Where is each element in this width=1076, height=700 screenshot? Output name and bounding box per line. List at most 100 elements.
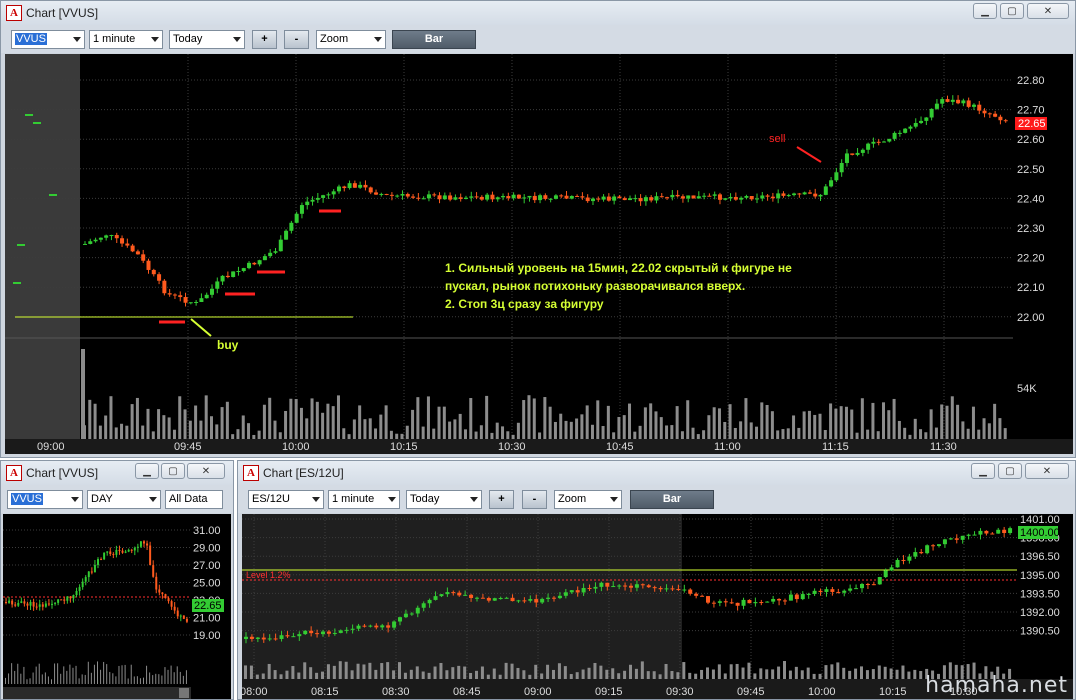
- interval-select[interactable]: DAY: [87, 490, 161, 509]
- scrollbar[interactable]: [3, 687, 191, 699]
- volume-bar: [81, 349, 85, 439]
- candle-body: [728, 196, 733, 199]
- range-select[interactable]: All Data: [165, 490, 223, 509]
- maximize-icon[interactable]: ▢: [161, 463, 185, 479]
- volume-bar: [498, 674, 502, 679]
- volume-bar: [139, 678, 141, 684]
- candle-body: [800, 594, 805, 600]
- symbol-select[interactable]: ES/12U: [248, 490, 324, 509]
- interval-select[interactable]: 1 minute: [89, 30, 163, 49]
- candle-body: [786, 195, 791, 197]
- candle-body: [97, 559, 99, 565]
- es-price-chart[interactable]: Level 1.2% 1401.001398.001396.501395.001…: [240, 514, 1073, 699]
- zoom-out-button[interactable]: -: [522, 490, 547, 509]
- volume-bar: [877, 665, 881, 679]
- volume-bar: [273, 670, 277, 679]
- candle-body: [161, 592, 164, 595]
- volume-bar: [103, 661, 105, 684]
- daily-price-chart[interactable]: 31.0029.0027.0025.0023.0021.0019.00 22.6…: [3, 514, 231, 699]
- close-icon[interactable]: ✕: [1025, 463, 1069, 479]
- es-title-bar[interactable]: A Chart [ES/12U] ▁ ▢ ✕: [238, 461, 1075, 485]
- es-plot-area[interactable]: Level 1.2% 1401.001398.001396.501395.001…: [240, 514, 1073, 699]
- range-select[interactable]: Today: [169, 30, 245, 49]
- minimize-icon[interactable]: ▁: [973, 3, 997, 19]
- bar-style-button[interactable]: Bar: [392, 30, 476, 49]
- candle-body: [172, 294, 177, 296]
- volume-bar: [818, 413, 822, 439]
- time-tick-label: 10:15: [879, 686, 907, 698]
- zoom-in-button[interactable]: +: [489, 490, 514, 509]
- candle-body: [194, 301, 199, 303]
- candle-body: [273, 638, 278, 640]
- daily-title-bar[interactable]: A Chart [VVUS] ▁ ▢ ✕: [1, 461, 233, 485]
- candle-body: [362, 625, 367, 627]
- candle-body: [776, 193, 781, 199]
- minimize-icon[interactable]: ▁: [971, 463, 995, 479]
- candle-body: [93, 239, 98, 242]
- price-candles: [5, 540, 188, 624]
- volume-bar: [617, 416, 621, 439]
- volume-bar: [830, 664, 834, 679]
- candle-body: [895, 559, 900, 568]
- scroll-thumb[interactable]: [179, 688, 189, 698]
- maximize-icon[interactable]: ▢: [998, 463, 1022, 479]
- volume-bar: [247, 423, 251, 439]
- volume-bar: [152, 675, 154, 684]
- time-tick-label: 08:45: [453, 686, 481, 698]
- volume-bar: [765, 404, 769, 439]
- volume-bar: [389, 430, 393, 439]
- close-icon[interactable]: ✕: [187, 463, 225, 479]
- volume-bar: [575, 672, 579, 679]
- candle-body: [374, 625, 379, 628]
- main-price-chart[interactable]: buy sell 1. Сильный уровень на 15мин, 22…: [5, 54, 1073, 454]
- volume-bar: [759, 668, 763, 679]
- candle-body: [676, 588, 681, 590]
- main-plot-area[interactable]: buy sell 1. Сильный уровень на 15мин, 22…: [5, 54, 1073, 454]
- range-select[interactable]: Today: [406, 490, 482, 509]
- candle-body: [315, 197, 320, 200]
- volume-bar: [781, 429, 785, 439]
- volume-bar: [760, 402, 764, 439]
- candle-body: [84, 577, 87, 582]
- candle-body: [244, 636, 248, 639]
- candle-body: [812, 590, 817, 594]
- price-tick-label: 22.60: [1017, 134, 1045, 146]
- main-title-bar[interactable]: A Chart [VVUS] ▁ ▢ ✕: [1, 1, 1075, 25]
- zoom-out-button[interactable]: -: [284, 30, 309, 49]
- volume-bar: [741, 667, 745, 679]
- close-icon[interactable]: ✕: [1027, 3, 1069, 19]
- bar-style-button[interactable]: Bar: [630, 490, 714, 509]
- zoom-in-button[interactable]: +: [252, 30, 277, 49]
- minimize-icon[interactable]: ▁: [135, 463, 159, 479]
- zoom-select[interactable]: Zoom: [316, 30, 386, 49]
- zoom-select[interactable]: Zoom: [554, 490, 622, 509]
- candle-body: [707, 195, 712, 197]
- volume-bar: [279, 674, 283, 679]
- candle-body: [901, 559, 906, 561]
- symbol-select[interactable]: VVUS: [7, 490, 83, 509]
- volume-bar: [114, 427, 118, 439]
- candle-body: [458, 197, 463, 199]
- maximize-icon[interactable]: ▢: [1000, 3, 1024, 19]
- candle-body: [860, 583, 864, 589]
- volume-bar: [141, 425, 145, 439]
- candle-body: [486, 597, 491, 601]
- candle-body: [557, 595, 562, 599]
- last-price-value: 1400.00: [1020, 527, 1060, 539]
- candle-body: [528, 599, 533, 601]
- volume-bar: [267, 663, 271, 679]
- candle-body: [54, 602, 57, 604]
- main-window-title: Chart [VVUS]: [26, 6, 99, 20]
- volume-bar: [398, 662, 401, 679]
- volume-bar: [342, 428, 346, 439]
- volume-bar: [836, 662, 840, 679]
- candle-body: [792, 193, 797, 196]
- volume-bar: [66, 670, 68, 684]
- daily-plot-area[interactable]: 31.0029.0027.0025.0023.0021.0019.00 22.6…: [3, 514, 231, 699]
- candle-body: [599, 582, 604, 587]
- interval-select[interactable]: 1 minute: [328, 490, 400, 509]
- symbol-select[interactable]: VVUS: [11, 30, 85, 49]
- volume-bar: [416, 397, 420, 439]
- volume-bar: [495, 422, 499, 439]
- volume-bar: [374, 669, 378, 679]
